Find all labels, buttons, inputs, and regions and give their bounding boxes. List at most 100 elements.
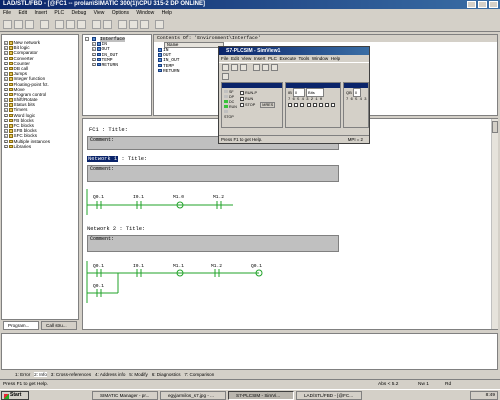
expand-icon[interactable]: + [4,118,8,123]
menu-edit[interactable]: Edit [18,10,27,16]
network2-label[interactable]: Network 2 [87,226,116,232]
expand-icon[interactable]: + [4,61,8,66]
network1-comment-box[interactable]: Comment: [87,165,339,182]
tab-program-elements[interactable]: Program... [3,321,39,330]
menu-window[interactable]: Window [136,10,154,16]
plcsim-menu-window[interactable]: Window [312,56,328,61]
ib-address-field[interactable]: 0 [292,88,305,97]
plcsim-menu-insert[interactable]: Insert [254,56,266,61]
tree-item[interactable]: + Libraries [2,144,78,149]
network1-ladder[interactable]: Q0.1 I0.1 M1.0 M1.2 [83,187,283,217]
expand-icon[interactable]: + [92,62,96,67]
expand-icon[interactable]: + [4,144,8,149]
plcsim-memory-icon[interactable] [271,64,278,71]
menu-file[interactable]: File [3,10,11,16]
plcsim-open-icon[interactable] [231,64,238,71]
print-icon[interactable] [40,20,49,29]
menu-view[interactable]: View [94,10,105,16]
editor-scrollbar[interactable] [491,119,498,329]
qb-address-field[interactable]: 0 [352,88,361,97]
tab-error[interactable]: 1: Error [15,372,30,377]
copy-icon[interactable] [66,20,75,29]
save-icon[interactable] [25,20,34,29]
expand-icon[interactable]: + [4,98,8,102]
cut-icon[interactable] [55,20,64,29]
plcsim-menu-view[interactable]: View [241,56,251,61]
paste-icon[interactable] [77,20,86,29]
plcsim-pointer-icon[interactable] [222,73,229,80]
menu-insert[interactable]: Insert [34,10,47,16]
expand-icon[interactable]: + [4,66,8,71]
monitor-icon[interactable] [103,20,112,29]
contact-icon[interactable] [118,20,127,29]
tab-modify[interactable]: 5: Modify [129,372,148,377]
checkbox-run-p[interactable] [240,91,244,95]
plcsim-menu-edit[interactable]: Edit [231,56,239,61]
expand-icon[interactable]: + [4,77,8,81]
expand-icon[interactable]: + [4,124,8,128]
plcsim-save-icon[interactable] [240,64,247,71]
tab-cross-references[interactable]: 3: Cross-references [51,372,91,377]
menu-plc[interactable]: PLC [54,10,64,16]
expand-icon[interactable]: + [92,47,96,51]
lad-editor[interactable]: FC1 : Title: Comment: Network 1 : Title:… [82,118,498,330]
scrollbar-thumb[interactable] [492,121,498,133]
expand-icon[interactable]: + [4,108,8,112]
tab-comparison[interactable]: 7: Comparison [184,372,214,377]
expand-icon[interactable]: + [4,72,8,76]
help-icon[interactable] [155,20,164,29]
expand-icon[interactable]: + [4,129,8,133]
plcsim-menu-plc[interactable]: PLC [268,56,277,61]
plcsim-input-icon[interactable] [253,64,260,71]
minimize-button[interactable] [467,1,476,8]
menu-debug[interactable]: Debug [72,10,87,16]
menu-help[interactable]: Help [162,10,172,16]
tab-info[interactable]: 2: Info [34,372,47,377]
ib-format-select[interactable]: Bits [306,88,325,97]
network2-comment-box[interactable]: Comment: [87,235,339,252]
task-lad-editor[interactable]: LAD/STL/FBD - [@FC... [296,391,362,400]
expand-icon[interactable]: + [92,52,96,56]
checkbox-stop[interactable] [240,103,244,107]
expand-icon[interactable]: + [4,92,8,97]
collapse-icon[interactable]: - [85,37,89,41]
expand-icon[interactable]: + [4,87,8,92]
ib-bit-checkboxes[interactable] [286,103,340,109]
interface-item[interactable]: + RETURN [83,63,151,68]
task-plcsim[interactable]: S7-PLCSIM - SimVi... [228,391,294,400]
plcsim-new-icon[interactable] [222,64,229,71]
expand-icon[interactable]: + [4,82,8,87]
coil-icon[interactable] [129,20,138,29]
output-pane[interactable] [1,333,498,370]
expand-icon[interactable]: + [92,57,96,62]
plcsim-output-icon[interactable] [262,64,269,71]
expand-icon[interactable]: + [4,56,8,61]
open-icon[interactable] [14,20,23,29]
plcsim-menu-tools[interactable]: Tools [299,56,310,61]
plcsim-window[interactable]: S7-PLCSIM - SimView1 File Edit View Inse… [218,46,370,144]
expand-icon[interactable]: + [4,113,8,118]
tab-address-info[interactable]: 4: Address info [95,372,125,377]
expand-icon[interactable]: + [92,42,96,46]
start-button[interactable]: Start [1,391,29,400]
download-icon[interactable] [92,20,101,29]
close-button[interactable] [489,1,498,8]
task-simatic-manager[interactable]: SIMATIC Manager - pr... [92,391,158,400]
branch-icon[interactable] [140,20,149,29]
expand-icon[interactable]: + [4,46,8,50]
tab-diagnostics[interactable]: 6: Diagnostics [152,372,181,377]
network2-ladder[interactable]: Q0.1 I0.1 M1.1 M1.2 Q0.1 Q0.1 [83,259,283,307]
expand-icon[interactable]: + [4,41,8,45]
checkbox-run[interactable] [240,97,244,101]
mres-button[interactable]: MRES [260,102,276,108]
task-image-viewer[interactable]: egyjarmilos_s7.jpg - ... [160,391,226,400]
network1-label[interactable]: Network 1 [87,156,119,162]
expand-icon[interactable]: + [4,103,8,107]
expand-icon[interactable]: + [4,139,8,144]
menu-options[interactable]: Options [112,10,129,16]
maximize-button[interactable] [478,1,487,8]
plcsim-menu-file[interactable]: File [221,56,228,61]
expand-icon[interactable]: + [4,51,8,55]
plcsim-menu-execute[interactable]: Execute [279,56,296,61]
tab-call-structure[interactable]: Call stru... [41,321,77,330]
